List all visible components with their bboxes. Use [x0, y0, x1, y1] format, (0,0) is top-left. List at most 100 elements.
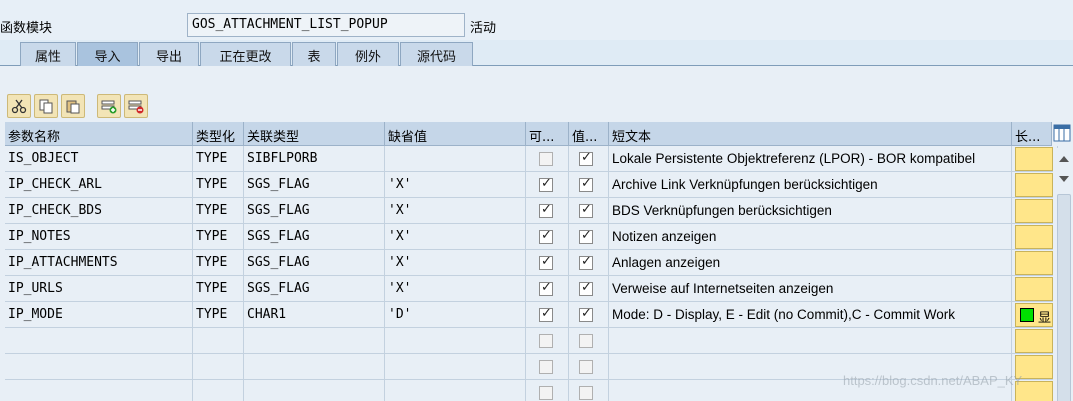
- short-text-cell[interactable]: Mode: D - Display, E - Edit (no Commit),…: [609, 302, 1012, 328]
- short-text-cell[interactable]: Notizen anzeigen: [609, 224, 1012, 250]
- checkbox-checked[interactable]: ✓: [579, 254, 593, 270]
- insert-row-icon[interactable]: [97, 94, 121, 118]
- scroll-down-icon[interactable]: [1059, 176, 1069, 182]
- column-header-long-text[interactable]: 长...: [1012, 122, 1052, 146]
- optional-cell[interactable]: [526, 146, 569, 172]
- paste-icon[interactable]: [61, 94, 85, 118]
- param-name-cell[interactable]: [5, 380, 193, 401]
- typing-cell[interactable]: TYPE: [193, 302, 244, 328]
- vertical-scrollbar[interactable]: [1053, 148, 1073, 401]
- default-value-cell[interactable]: 'X': [385, 250, 526, 276]
- delete-row-icon[interactable]: [124, 94, 148, 118]
- checkbox[interactable]: [579, 360, 593, 374]
- checkbox-checked[interactable]: ✓: [579, 280, 593, 296]
- column-header-param-name[interactable]: 参数名称: [5, 122, 193, 146]
- pass-value-cell[interactable]: ✓: [569, 198, 609, 224]
- pass-value-cell[interactable]: [569, 380, 609, 401]
- checkbox-checked[interactable]: ✓: [579, 150, 593, 166]
- typing-cell[interactable]: [193, 354, 244, 380]
- default-value-cell[interactable]: [385, 146, 526, 172]
- pass-value-cell[interactable]: ✓: [569, 172, 609, 198]
- tab-changing[interactable]: 正在更改: [200, 42, 291, 66]
- ref-type-cell[interactable]: CHAR1: [244, 302, 385, 328]
- checkbox-checked[interactable]: ✓: [539, 254, 553, 270]
- long-text-cell[interactable]: [1012, 276, 1058, 302]
- tab-attributes[interactable]: 属性: [20, 42, 76, 66]
- pass-value-cell[interactable]: ✓: [569, 276, 609, 302]
- pass-value-cell[interactable]: ✓: [569, 146, 609, 172]
- typing-cell[interactable]: [193, 328, 244, 354]
- optional-cell[interactable]: ✓: [526, 224, 569, 250]
- long-text-button[interactable]: 显: [1015, 303, 1053, 327]
- param-name-cell[interactable]: IP_MODE: [5, 302, 193, 328]
- ref-type-cell[interactable]: [244, 328, 385, 354]
- param-name-cell[interactable]: IP_CHECK_ARL: [5, 172, 193, 198]
- typing-cell[interactable]: TYPE: [193, 198, 244, 224]
- short-text-cell[interactable]: Verweise auf Internetseiten anzeigen: [609, 276, 1012, 302]
- optional-cell[interactable]: ✓: [526, 172, 569, 198]
- tab-export[interactable]: 导出: [139, 42, 199, 66]
- long-text-cell[interactable]: [1012, 250, 1058, 276]
- ref-type-cell[interactable]: SGS_FLAG: [244, 172, 385, 198]
- default-value-cell[interactable]: [385, 380, 526, 401]
- long-text-button[interactable]: [1015, 329, 1053, 353]
- optional-cell[interactable]: [526, 328, 569, 354]
- column-header-pass-value[interactable]: 值...: [569, 122, 609, 146]
- default-value-cell[interactable]: 'X': [385, 224, 526, 250]
- checkbox[interactable]: [539, 152, 553, 166]
- optional-cell[interactable]: ✓: [526, 276, 569, 302]
- ref-type-cell[interactable]: SIBFLPORB: [244, 146, 385, 172]
- long-text-button[interactable]: [1015, 277, 1053, 301]
- typing-cell[interactable]: TYPE: [193, 276, 244, 302]
- checkbox-checked[interactable]: ✓: [579, 228, 593, 244]
- typing-cell[interactable]: TYPE: [193, 224, 244, 250]
- tab-source-code[interactable]: 源代码: [400, 42, 473, 66]
- tab-exceptions[interactable]: 例外: [337, 42, 399, 66]
- long-text-cell[interactable]: [1012, 224, 1058, 250]
- column-header-ref-type[interactable]: 关联类型: [244, 122, 385, 146]
- param-name-cell[interactable]: [5, 354, 193, 380]
- layout-settings-icon[interactable]: [1053, 123, 1071, 143]
- ref-type-cell[interactable]: SGS_FLAG: [244, 224, 385, 250]
- default-value-cell[interactable]: 'X': [385, 276, 526, 302]
- param-name-cell[interactable]: [5, 328, 193, 354]
- column-header-default[interactable]: 缺省值: [385, 122, 526, 146]
- optional-cell[interactable]: [526, 380, 569, 401]
- checkbox-checked[interactable]: ✓: [579, 306, 593, 322]
- checkbox[interactable]: [579, 334, 593, 348]
- column-header-typing[interactable]: 类型化: [193, 122, 244, 146]
- long-text-button[interactable]: [1015, 225, 1053, 249]
- tab-tables[interactable]: 表: [292, 42, 336, 66]
- ref-type-cell[interactable]: SGS_FLAG: [244, 250, 385, 276]
- checkbox-checked[interactable]: ✓: [579, 176, 593, 192]
- long-text-button[interactable]: [1015, 251, 1053, 275]
- long-text-button[interactable]: [1015, 173, 1053, 197]
- column-header-short-text[interactable]: 短文本: [609, 122, 1012, 146]
- function-module-field[interactable]: GOS_ATTACHMENT_LIST_POPUP: [187, 13, 465, 37]
- default-value-cell[interactable]: [385, 354, 526, 380]
- short-text-cell[interactable]: Lokale Persistente Objektreferenz (LPOR)…: [609, 146, 1012, 172]
- pass-value-cell[interactable]: [569, 328, 609, 354]
- typing-cell[interactable]: TYPE: [193, 250, 244, 276]
- column-header-optional[interactable]: 可...: [526, 122, 569, 146]
- checkbox[interactable]: [539, 386, 553, 400]
- short-text-cell[interactable]: Archive Link Verknüpfungen berücksichtig…: [609, 172, 1012, 198]
- tab-import[interactable]: 导入: [77, 42, 138, 66]
- checkbox[interactable]: [539, 334, 553, 348]
- typing-cell[interactable]: TYPE: [193, 172, 244, 198]
- long-text-cell[interactable]: 显: [1012, 302, 1058, 328]
- param-name-cell[interactable]: IP_URLS: [5, 276, 193, 302]
- default-value-cell[interactable]: 'D': [385, 302, 526, 328]
- long-text-cell[interactable]: [1012, 146, 1058, 172]
- long-text-cell[interactable]: [1012, 198, 1058, 224]
- cut-icon[interactable]: [7, 94, 31, 118]
- long-text-button[interactable]: [1015, 147, 1053, 171]
- ref-type-cell[interactable]: [244, 354, 385, 380]
- ref-type-cell[interactable]: SGS_FLAG: [244, 276, 385, 302]
- typing-cell[interactable]: [193, 380, 244, 401]
- default-value-cell[interactable]: 'X': [385, 198, 526, 224]
- pass-value-cell[interactable]: [569, 354, 609, 380]
- default-value-cell[interactable]: 'X': [385, 172, 526, 198]
- checkbox-checked[interactable]: ✓: [539, 306, 553, 322]
- checkbox[interactable]: [539, 360, 553, 374]
